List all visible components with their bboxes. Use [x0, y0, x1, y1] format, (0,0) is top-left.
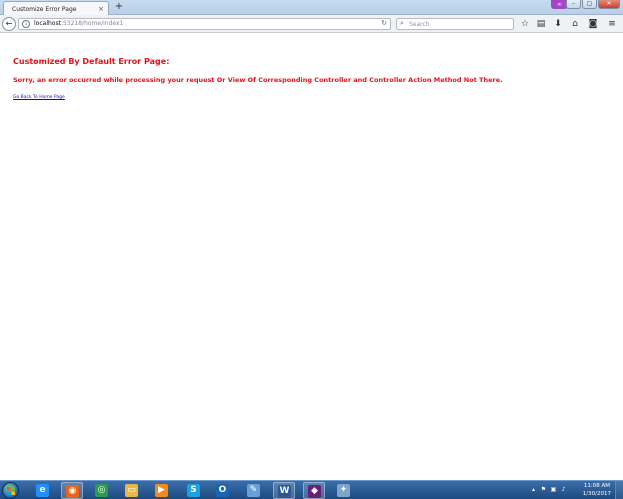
reload-icon[interactable]: ↻: [381, 19, 387, 27]
site-info-icon[interactable]: i: [22, 20, 30, 28]
tab-title: Customize Error Page: [12, 6, 77, 13]
clock-time: 11:08 AM: [583, 483, 610, 489]
url-host: localhost: [34, 20, 61, 27]
taskbar-button[interactable]: ◉: [61, 482, 83, 499]
word-icon: W: [278, 485, 291, 498]
minimize-button[interactable]: –: [566, 0, 581, 9]
taskbar-button[interactable]: ▶: [151, 482, 173, 499]
firefox-icon: ◉: [66, 485, 79, 498]
error-message: Sorry, an error occurred while processin…: [13, 76, 503, 84]
chrome-icon: ◎: [95, 484, 108, 497]
maximize-button[interactable]: ▢: [582, 0, 597, 9]
menu-icon[interactable]: ≡: [606, 18, 618, 30]
start-button[interactable]: [2, 482, 19, 499]
media-player-icon: ▶: [155, 484, 168, 497]
home-icon[interactable]: ⌂: [569, 18, 581, 30]
new-tab-button[interactable]: +: [113, 1, 125, 13]
tab-customize-error-page[interactable]: Customize Error Page ×: [3, 1, 109, 15]
pocket-icon[interactable]: ◙: [587, 18, 599, 30]
search-bar[interactable]: ⌕: [396, 18, 514, 30]
taskbar: e ◉ ◎ ▭ ▶ S O ✎ W ◆ ✦ ▴ ⚑ ▣ ♪ 11:08 AM 1/30/2017: [0, 480, 623, 499]
reading-list-icon[interactable]: ▤: [535, 18, 547, 30]
page-content: Customized By Default Error Page: Sorry,…: [0, 34, 623, 480]
system-tray: ▴ ⚑ ▣ ♪ 11:08 AM 1/30/2017: [531, 481, 623, 499]
taskbar-button[interactable]: ✦: [333, 482, 355, 499]
taskbar-button[interactable]: ◎: [91, 482, 113, 499]
taskbar-button[interactable]: ◆: [303, 482, 325, 499]
window-controls: – ▢ ✕: [566, 0, 620, 10]
page-heading: Customized By Default Error Page:: [13, 57, 170, 66]
taskbar-button[interactable]: O: [212, 482, 234, 499]
taskbar-button[interactable]: S: [183, 482, 205, 499]
show-desktop-button[interactable]: [615, 481, 623, 499]
action-center-icon[interactable]: ⚑: [540, 486, 547, 493]
back-to-home-link[interactable]: Go Back To Home Page: [13, 95, 65, 100]
internet-explorer-icon: e: [36, 484, 49, 497]
clock-date: 1/30/2017: [582, 491, 611, 497]
address-bar[interactable]: i localhost:53218/home/index1 ↻: [18, 18, 391, 30]
windows-logo-icon: [7, 487, 15, 495]
search-icon: ⌕: [400, 19, 404, 27]
search-input[interactable]: [409, 20, 509, 29]
browser-window: Customize Error Page × + ∞ – ▢ ✕ ← i loc…: [0, 0, 623, 499]
bookmark-star-icon[interactable]: ☆: [519, 18, 531, 30]
show-hidden-icons-icon[interactable]: ▴: [530, 486, 537, 493]
url-path: :53218/home/index1: [60, 20, 124, 27]
paint-icon: ✎: [247, 484, 260, 497]
back-button[interactable]: ←: [2, 17, 16, 31]
navigation-bar: ← i localhost:53218/home/index1 ↻ ⌕ ☆ ▤ ⬇ ⌂…: [0, 15, 623, 33]
taskbar-button[interactable]: ✎: [243, 482, 265, 499]
file-explorer-icon: ▭: [125, 484, 138, 497]
network-icon[interactable]: ▣: [550, 486, 557, 493]
taskbar-button[interactable]: W: [273, 482, 295, 499]
url-text[interactable]: localhost:53218/home/index1: [34, 20, 123, 27]
visual-studio-icon: ◆: [308, 485, 321, 498]
tab-close-icon[interactable]: ×: [98, 5, 104, 13]
tools-icon: ✦: [337, 484, 350, 497]
taskbar-button[interactable]: ▭: [121, 482, 143, 499]
downloads-icon[interactable]: ⬇: [552, 18, 564, 30]
volume-icon[interactable]: ♪: [560, 486, 567, 493]
tab-strip: Customize Error Page × + ∞ – ▢ ✕: [0, 0, 623, 15]
outlook-icon: O: [216, 484, 229, 497]
close-window-button[interactable]: ✕: [598, 0, 620, 9]
clock[interactable]: 11:08 AM 1/30/2017: [583, 482, 611, 498]
taskbar-button[interactable]: e: [32, 482, 54, 499]
skype-icon: S: [187, 484, 200, 497]
